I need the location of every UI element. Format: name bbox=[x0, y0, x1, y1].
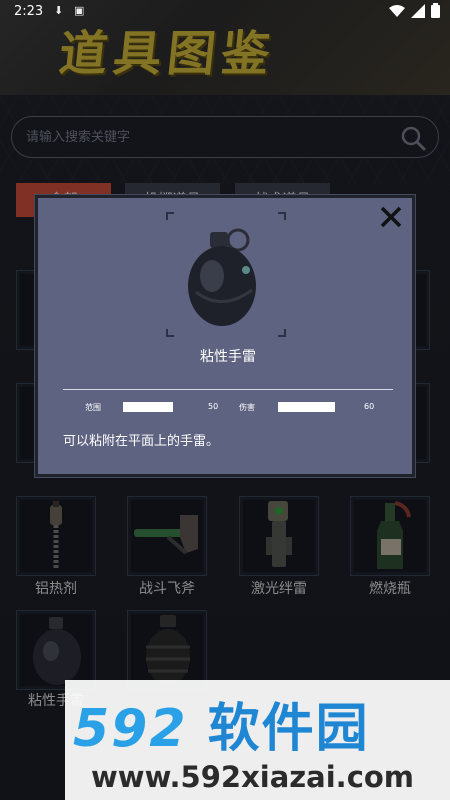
range-bar bbox=[123, 402, 173, 412]
watermark-url: www.592xiazai.com bbox=[91, 760, 415, 794]
battery-icon bbox=[431, 3, 440, 18]
sticky-grenade-image bbox=[188, 228, 256, 326]
item-image-frame bbox=[166, 212, 286, 337]
damage-value: 60 bbox=[364, 402, 375, 411]
range-label: 范围 bbox=[85, 403, 101, 412]
watermark-brand: 软件园 bbox=[207, 699, 370, 759]
status-bar: 2:23 ⬇ ▣ bbox=[0, 0, 450, 24]
damage-bar bbox=[278, 402, 335, 412]
watermark: 592 软件园 www.592xiazai.com bbox=[65, 680, 450, 800]
watermark-number: 592 bbox=[73, 699, 188, 759]
notification-icon: ▣ bbox=[74, 4, 85, 17]
download-icon: ⬇ bbox=[54, 4, 64, 17]
item-name: 粘性手雷 bbox=[200, 349, 256, 365]
item-description: 可以粘附在平面上的手雷。 bbox=[63, 434, 220, 449]
range-value: 50 bbox=[208, 402, 219, 411]
item-detail-dialog: 粘性手雷 范围 50 伤害 60 可以粘附在平面上的手雷。 bbox=[35, 195, 415, 477]
wifi-icon bbox=[389, 4, 405, 17]
status-right bbox=[389, 3, 440, 18]
watermark-logo: 592 软件园 bbox=[73, 686, 370, 761]
damage-label: 伤害 bbox=[239, 403, 255, 412]
close-icon[interactable] bbox=[378, 204, 404, 230]
signal-icon bbox=[411, 3, 425, 18]
status-time: 2:23 bbox=[14, 4, 44, 19]
app-root: 道具图鉴 2:23 ⬇ ▣ 全部 投掷道具 战术道具 铝热剂 bbox=[0, 0, 450, 800]
stats-row: 范围 50 伤害 60 bbox=[63, 389, 393, 421]
